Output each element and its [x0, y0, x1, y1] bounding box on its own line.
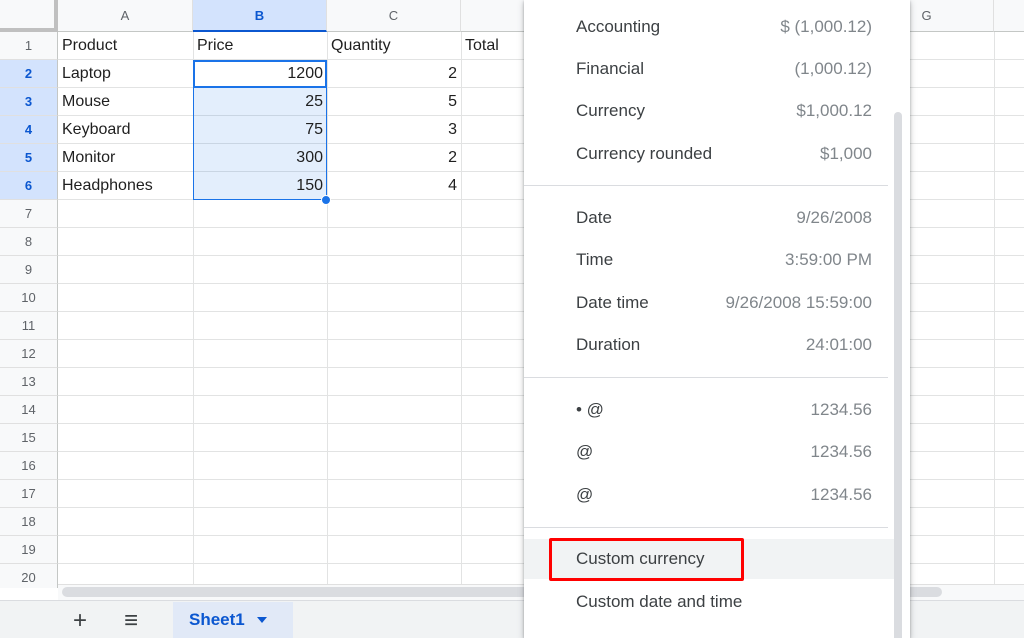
cell-c4[interactable]: 3	[327, 116, 461, 144]
menu-item-currency-rounded[interactable]: Currency rounded $1,000	[524, 134, 894, 174]
menu-item-label: Duration	[576, 335, 641, 354]
row-header-7[interactable]: 7	[0, 200, 58, 228]
row-header-18[interactable]: 18	[0, 508, 58, 536]
menu-item-text-format-3[interactable]: @ 1234.56	[524, 475, 894, 515]
cell-b2[interactable]: 1200	[193, 60, 327, 88]
menu-item-label: Date	[576, 208, 612, 227]
cell-c6[interactable]: 4	[327, 172, 461, 200]
row-header-13[interactable]: 13	[0, 368, 58, 396]
menu-divider	[524, 377, 888, 378]
cell-b5[interactable]: 300	[193, 144, 327, 172]
menu-item-example: $1,000.12	[796, 101, 872, 120]
custom-currency-highlight	[549, 538, 744, 581]
menu-item-custom-date-time[interactable]: Custom date and time	[524, 582, 894, 622]
column-header-h[interactable]	[994, 0, 1024, 32]
menu-item-label: • @	[576, 400, 604, 419]
menu-item-currency[interactable]: Currency $1,000.12	[524, 91, 894, 131]
menu-icon: ≡	[123, 607, 138, 634]
cell-c2[interactable]: 2	[327, 60, 461, 88]
menu-item-label: Accounting	[576, 17, 661, 36]
cell-b4[interactable]: 75	[193, 116, 327, 144]
menu-item-label: @	[576, 442, 594, 461]
cell-b6[interactable]: 150	[193, 172, 327, 200]
menu-item-example: (1,000.12)	[794, 59, 873, 78]
caret-down-icon[interactable]	[256, 617, 267, 623]
column-header-b[interactable]: B	[193, 0, 327, 32]
menu-scrollbar[interactable]	[894, 112, 902, 638]
menu-item-example: 9/26/2008	[796, 208, 872, 227]
row-header-3[interactable]: 3	[0, 88, 58, 116]
cell-a4[interactable]: Keyboard	[58, 116, 193, 144]
row-header-10[interactable]: 10	[0, 284, 58, 312]
add-sheet-button[interactable]: +	[62, 607, 98, 635]
row-header-17[interactable]: 17	[0, 480, 58, 508]
row-header-11[interactable]: 11	[0, 312, 58, 340]
plus-icon: +	[72, 607, 87, 634]
row-header-16[interactable]: 16	[0, 452, 58, 480]
sheet-tab-sheet1[interactable]: Sheet1	[173, 602, 293, 638]
cell-c5[interactable]: 2	[327, 144, 461, 172]
menu-item-label: @	[576, 485, 594, 504]
menu-item-example: 1234.56	[810, 485, 872, 504]
cell-c1[interactable]: Quantity	[327, 32, 461, 60]
menu-item-label: Date time	[576, 293, 649, 312]
menu-item-example: $ (1,000.12)	[780, 17, 872, 36]
row-header-8[interactable]: 8	[0, 228, 58, 256]
sheet-tab-label: Sheet1	[189, 610, 245, 629]
all-sheets-button[interactable]: ≡	[113, 607, 149, 635]
row-header-4[interactable]: 4	[0, 116, 58, 144]
menu-item-date-time[interactable]: Date time 9/26/2008 15:59:00	[524, 283, 894, 323]
menu-item-example: 3:59:00 PM	[785, 250, 872, 269]
column-header-c[interactable]: C	[327, 0, 461, 32]
menu-divider	[524, 185, 888, 186]
cell-b3[interactable]: 25	[193, 88, 327, 116]
row-header-12[interactable]: 12	[0, 340, 58, 368]
cell-a5[interactable]: Monitor	[58, 144, 193, 172]
menu-item-example: 1234.56	[810, 400, 872, 419]
row-header-14[interactable]: 14	[0, 396, 58, 424]
row-header-9[interactable]: 9	[0, 256, 58, 284]
menu-item-time[interactable]: Time 3:59:00 PM	[524, 240, 894, 280]
menu-item-example: 9/26/2008 15:59:00	[725, 293, 872, 312]
menu-item-financial[interactable]: Financial (1,000.12)	[524, 49, 894, 89]
menu-item-text-format-2[interactable]: @ 1234.56	[524, 432, 894, 472]
menu-item-label: Time	[576, 250, 614, 269]
menu-item-label: Currency	[576, 101, 645, 120]
cell-a6[interactable]: Headphones	[58, 172, 193, 200]
menu-item-label: Currency rounded	[576, 144, 713, 163]
select-all-corner[interactable]	[0, 0, 58, 32]
menu-item-accounting[interactable]: Accounting $ (1,000.12)	[524, 7, 894, 47]
row-header-15[interactable]: 15	[0, 424, 58, 452]
cell-c3[interactable]: 5	[327, 88, 461, 116]
column-header-a[interactable]: A	[58, 0, 193, 32]
row-header-6[interactable]: 6	[0, 172, 58, 200]
row-header-5[interactable]: 5	[0, 144, 58, 172]
menu-item-duration[interactable]: Duration 24:01:00	[524, 325, 894, 365]
row-header-19[interactable]: 19	[0, 536, 58, 564]
menu-item-text-format-1[interactable]: • @ 1234.56	[524, 390, 894, 430]
row-header-1[interactable]: 1	[0, 32, 58, 60]
cell-b1[interactable]: Price	[193, 32, 327, 60]
menu-item-example: 1234.56	[810, 442, 872, 461]
cell-a2[interactable]: Laptop	[58, 60, 193, 88]
menu-item-example: $1,000	[820, 144, 872, 163]
menu-divider	[524, 527, 888, 528]
menu-item-date[interactable]: Date 9/26/2008	[524, 198, 894, 238]
menu-item-example: 24:01:00	[805, 335, 872, 354]
menu-item-label: Custom date and time	[576, 592, 743, 611]
menu-item-label: Financial	[576, 59, 645, 78]
row-header-2[interactable]: 2	[0, 60, 58, 88]
cell-a3[interactable]: Mouse	[58, 88, 193, 116]
fill-handle[interactable]	[321, 195, 331, 205]
cell-a1[interactable]: Product	[58, 32, 193, 60]
row-header-20[interactable]: 20	[0, 564, 58, 588]
